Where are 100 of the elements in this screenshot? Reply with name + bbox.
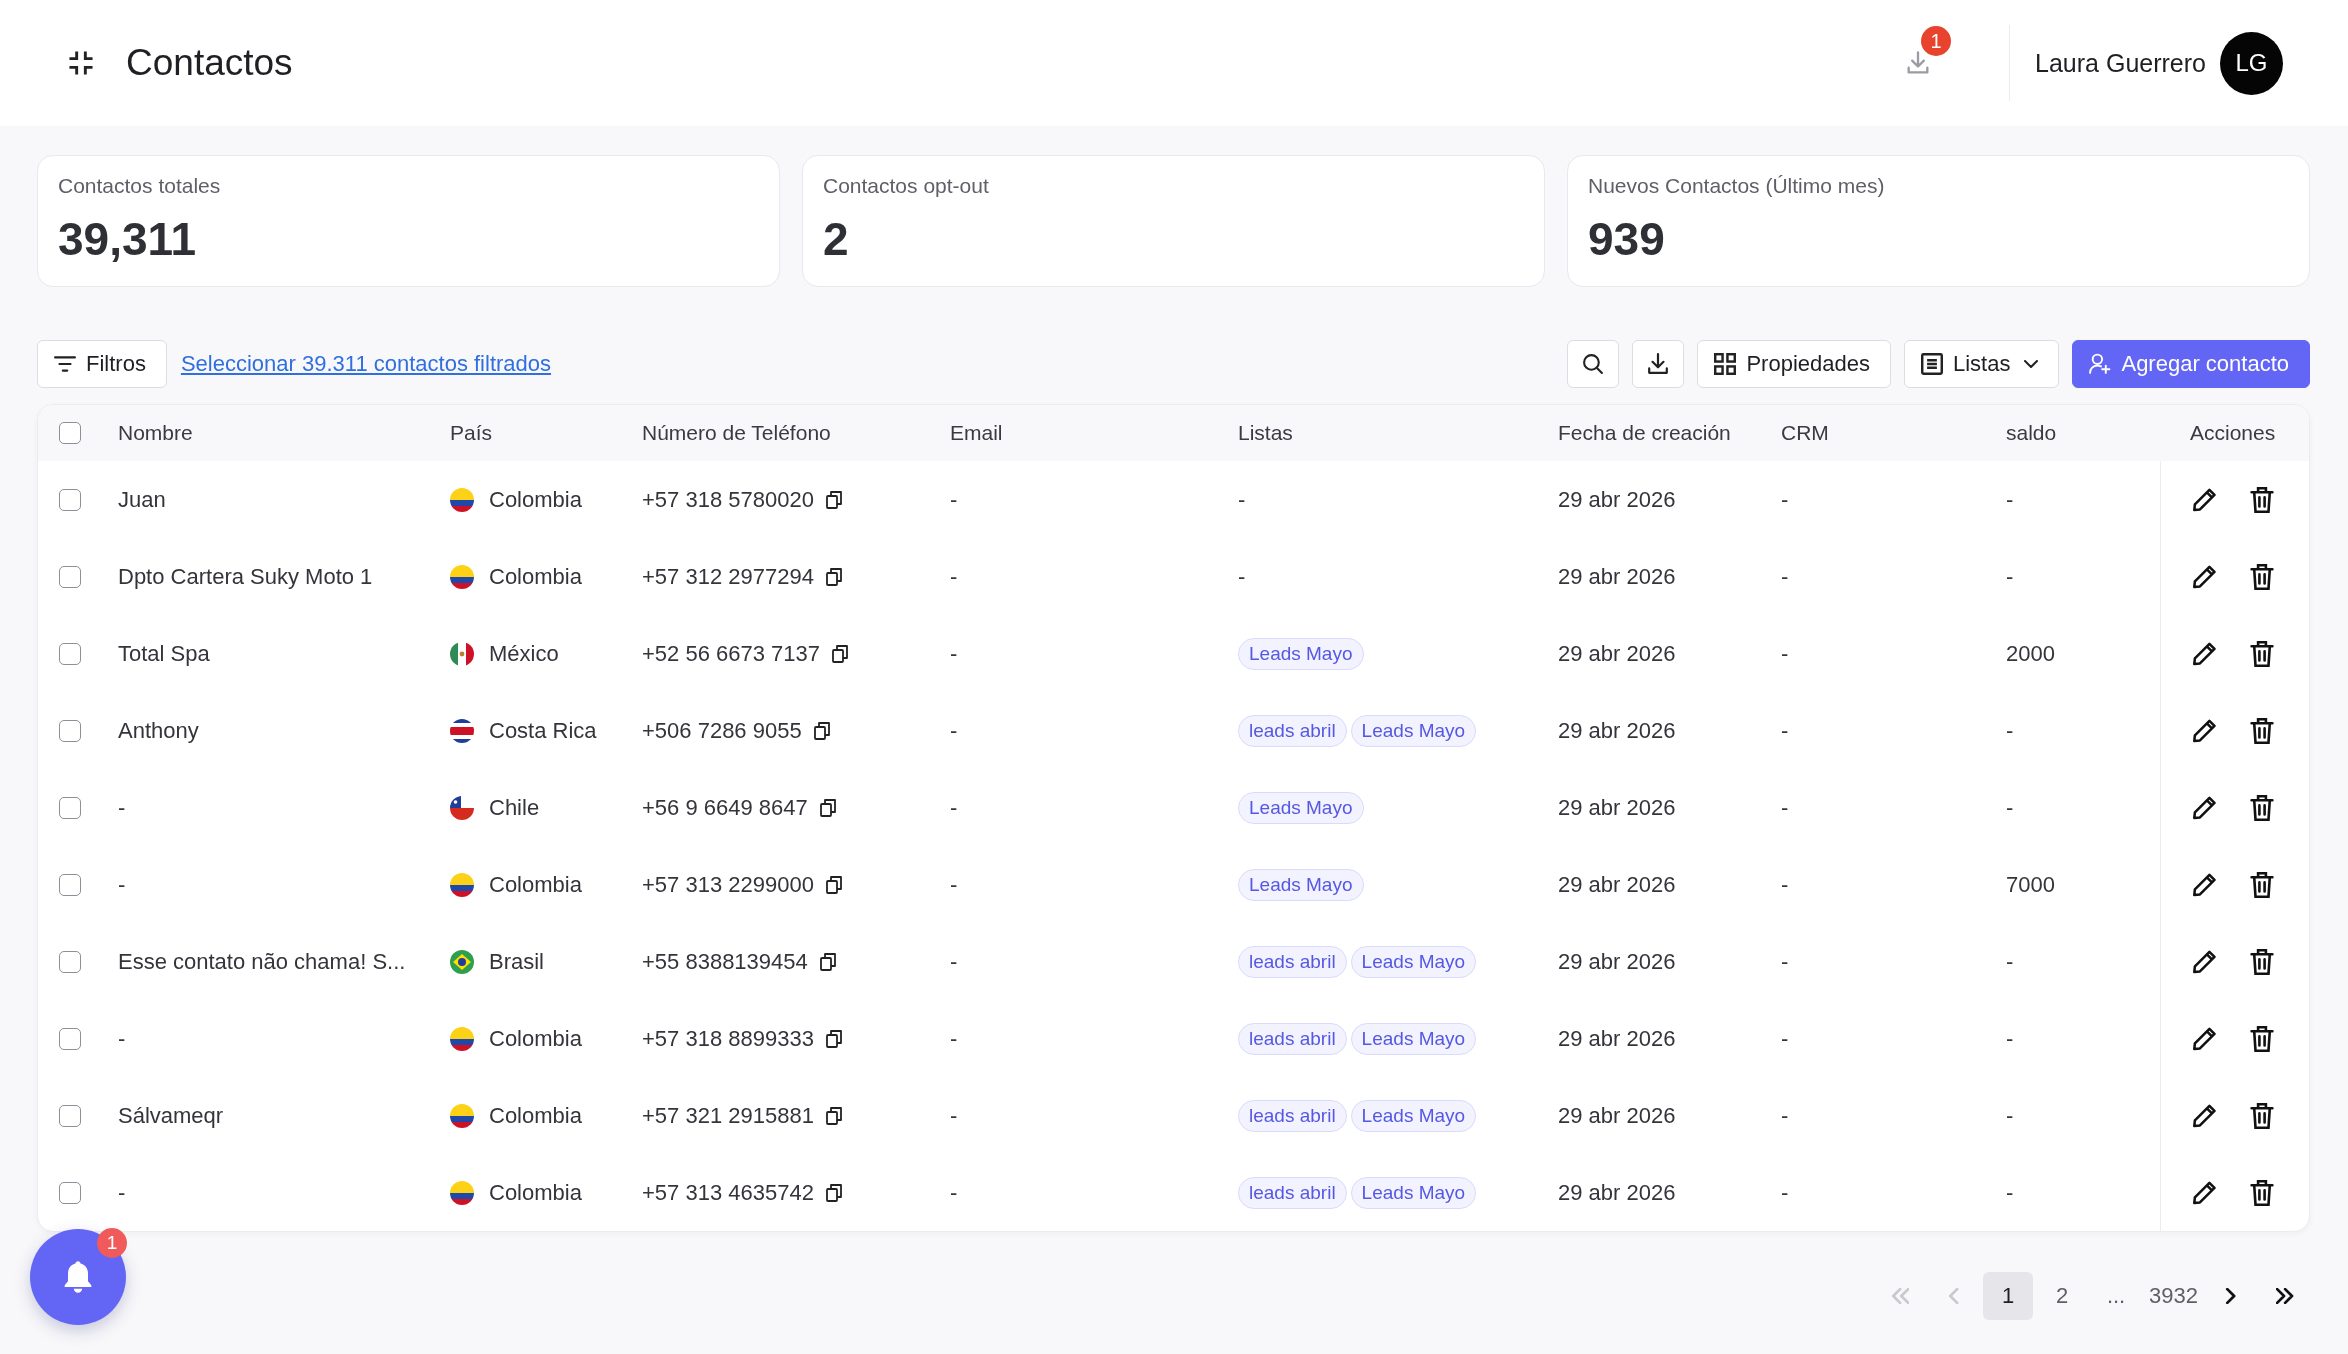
list-tag: leads abril bbox=[1238, 714, 1347, 747]
phone-number: +57 318 8899333 bbox=[642, 1025, 814, 1052]
column-header: CRM bbox=[1781, 421, 1829, 445]
email-cell: - bbox=[950, 1102, 958, 1129]
notifications-button[interactable] bbox=[30, 1229, 126, 1325]
edit-icon[interactable] bbox=[2193, 1102, 2217, 1129]
contact-name: Total Spa bbox=[118, 640, 210, 667]
row-checkbox[interactable] bbox=[59, 796, 81, 819]
delete-icon[interactable] bbox=[2250, 640, 2274, 667]
email-cell: - bbox=[950, 717, 958, 744]
delete-icon[interactable] bbox=[2250, 1102, 2274, 1129]
export-button[interactable] bbox=[1632, 340, 1685, 388]
phone-number: +56 9 6649 8647 bbox=[642, 794, 808, 821]
edit-icon[interactable] bbox=[2193, 486, 2217, 513]
page-button[interactable]: 3932 bbox=[2145, 1272, 2202, 1320]
list-tag: Leads Mayo bbox=[1350, 1176, 1477, 1209]
copy-icon[interactable] bbox=[825, 1106, 842, 1125]
row-checkbox[interactable] bbox=[59, 1027, 81, 1050]
copy-icon[interactable] bbox=[825, 875, 842, 894]
copy-icon[interactable] bbox=[825, 1183, 842, 1202]
delete-icon[interactable] bbox=[2250, 717, 2274, 744]
list-tag: Leads Mayo bbox=[1238, 791, 1364, 824]
delete-icon[interactable] bbox=[2250, 794, 2274, 821]
properties-button[interactable]: Propiedades bbox=[1697, 340, 1891, 388]
row-checkbox[interactable] bbox=[59, 719, 81, 742]
add-contact-button[interactable]: Agregar contacto bbox=[2072, 340, 2310, 388]
list-tag: leads abril bbox=[1238, 945, 1347, 978]
email-cell: - bbox=[950, 948, 958, 975]
row-checkbox[interactable] bbox=[59, 642, 81, 665]
row-checkbox[interactable] bbox=[59, 873, 81, 896]
country-name: Colombia bbox=[489, 486, 582, 513]
user-plus-icon bbox=[2089, 353, 2112, 375]
copy-icon[interactable] bbox=[819, 952, 836, 971]
edit-icon[interactable] bbox=[2193, 1025, 2217, 1052]
list-tag: Leads Mayo bbox=[1238, 637, 1364, 670]
copy-icon[interactable] bbox=[832, 644, 848, 663]
flag-icon bbox=[450, 641, 474, 666]
created-date: 29 abr 2026 bbox=[1558, 640, 1676, 667]
flag-icon bbox=[450, 795, 474, 820]
email-cell: - bbox=[950, 563, 958, 590]
delete-icon[interactable] bbox=[2250, 563, 2274, 590]
delete-icon[interactable] bbox=[2250, 486, 2274, 513]
collapse-icon[interactable] bbox=[68, 50, 94, 76]
lists-dropdown[interactable]: Listas bbox=[1903, 340, 2060, 388]
phone-number: +52 56 6673 7137 bbox=[642, 640, 820, 667]
edit-icon[interactable] bbox=[2193, 948, 2217, 975]
phone-number: +55 8388139454 bbox=[642, 948, 808, 975]
edit-icon[interactable] bbox=[2193, 1179, 2217, 1206]
edit-icon[interactable] bbox=[2193, 717, 2217, 744]
page-title: Contactos bbox=[126, 42, 293, 84]
delete-icon[interactable] bbox=[2250, 1179, 2274, 1206]
select-filtered-link[interactable]: Seleccionar 39.311 contactos filtrados bbox=[180, 351, 552, 377]
edit-icon[interactable] bbox=[2193, 794, 2217, 821]
stat-value: 939 bbox=[1588, 212, 1665, 266]
filters-button[interactable]: Filtros bbox=[37, 340, 167, 388]
row-checkbox[interactable] bbox=[59, 950, 81, 973]
edit-icon[interactable] bbox=[2193, 871, 2217, 898]
delete-icon[interactable] bbox=[2250, 871, 2274, 898]
email-cell: - bbox=[950, 486, 958, 513]
page-button[interactable]: 1 bbox=[1983, 1272, 2034, 1320]
list-tag: Leads Mayo bbox=[1350, 945, 1477, 978]
email-cell: - bbox=[950, 794, 958, 821]
edit-icon[interactable] bbox=[2193, 563, 2217, 590]
country-name: México bbox=[489, 640, 559, 667]
flag-icon bbox=[450, 872, 474, 897]
row-checkbox[interactable] bbox=[59, 1181, 81, 1204]
delete-icon[interactable] bbox=[2250, 948, 2274, 975]
edit-icon[interactable] bbox=[2193, 640, 2217, 667]
copy-icon[interactable] bbox=[825, 490, 842, 509]
country-name: Colombia bbox=[489, 563, 582, 590]
select-all-checkbox[interactable] bbox=[59, 422, 81, 444]
column-header: Listas bbox=[1238, 421, 1293, 445]
download-icon bbox=[1647, 353, 1670, 375]
grid-icon bbox=[1714, 353, 1737, 375]
search-button[interactable] bbox=[1567, 340, 1620, 388]
row-checkbox[interactable] bbox=[59, 565, 81, 588]
copy-icon[interactable] bbox=[825, 567, 842, 586]
country-name: Colombia bbox=[489, 871, 582, 898]
copy-icon[interactable] bbox=[813, 721, 830, 740]
page-button[interactable]: 2 bbox=[2037, 1272, 2088, 1320]
balance-cell: - bbox=[2006, 1102, 2014, 1129]
delete-icon[interactable] bbox=[2250, 1025, 2274, 1052]
stat-value: 39,311 bbox=[58, 212, 197, 266]
notification-badge: 1 bbox=[1921, 26, 1952, 56]
column-header: Acciones bbox=[2190, 421, 2276, 445]
list-tag: leads abril bbox=[1238, 1099, 1347, 1132]
email-cell: - bbox=[950, 871, 958, 898]
created-date: 29 abr 2026 bbox=[1558, 563, 1676, 590]
column-header: País bbox=[450, 421, 493, 445]
flag-icon bbox=[450, 564, 474, 589]
stat-value: 2 bbox=[823, 212, 849, 266]
copy-icon[interactable] bbox=[825, 1029, 842, 1048]
user-avatar[interactable]: LG bbox=[2220, 31, 2283, 95]
copy-icon[interactable] bbox=[819, 798, 836, 817]
contact-name: Esse contato não chama! S... bbox=[118, 948, 406, 975]
row-checkbox[interactable] bbox=[59, 488, 81, 511]
contact-name: - bbox=[118, 1025, 126, 1052]
crm-cell: - bbox=[1781, 563, 1789, 590]
row-checkbox[interactable] bbox=[59, 1104, 81, 1127]
email-cell: - bbox=[950, 640, 958, 667]
